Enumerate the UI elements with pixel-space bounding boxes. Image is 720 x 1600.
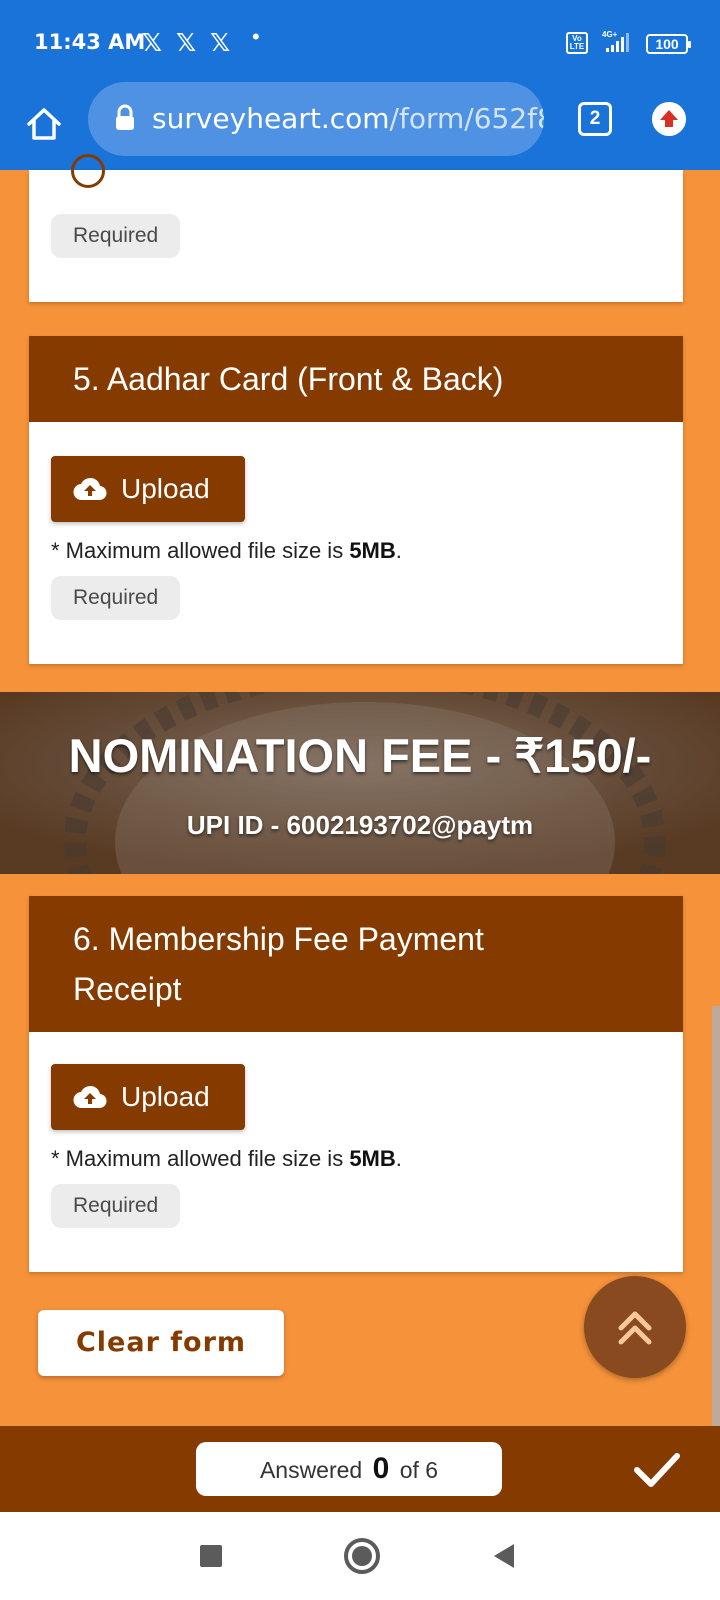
file-size-note-suffix: . (395, 1146, 402, 1171)
volte-icon: Vo LTE (566, 32, 588, 54)
file-size-note-text: * Maximum allowed file size is (51, 538, 350, 563)
form-progress-bar: Answered 0 of 6 (0, 1426, 720, 1512)
radio-button[interactable] (71, 154, 105, 188)
file-size-note: * Maximum allowed file size is 5MB. (51, 1146, 402, 1172)
question-title-line2: Receipt (73, 971, 182, 1007)
battery-icon: 100 (646, 34, 691, 54)
question-title-line1: 6. Membership Fee Payment (73, 921, 484, 957)
tab-switcher-button[interactable]: 2 (578, 102, 612, 136)
required-badge: Required (51, 1184, 181, 1228)
required-badge: Required (51, 576, 181, 620)
answered-suffix: of 6 (399, 1457, 439, 1483)
x-icon: 𝕏 (176, 28, 197, 57)
home-icon[interactable] (24, 104, 64, 144)
url-domain: surveyheart.com (152, 102, 390, 135)
lock-icon (116, 104, 134, 130)
required-badge: Required (51, 214, 181, 258)
file-size-note-suffix: . (395, 538, 402, 563)
question-title: 5. Aadhar Card (Front & Back) (29, 336, 683, 422)
clear-form-button[interactable]: Clear form (38, 1310, 284, 1376)
banner-upi-id: UPI ID - 6002193702@paytm (186, 810, 534, 840)
browser-toolbar: surveyheart.com/form/652f8 2 (0, 82, 720, 170)
url-path: /form/652f8 (389, 102, 544, 135)
x-icon: 𝕏 (210, 28, 231, 57)
file-size-note-text: * Maximum allowed file size is (51, 1146, 350, 1171)
upload-button[interactable]: Upload (51, 1064, 245, 1130)
update-arrow-icon[interactable] (652, 102, 686, 136)
answered-count: 0 (372, 1452, 390, 1485)
question-card-5: 5. Aadhar Card (Front & Back) Upload * M… (29, 336, 683, 664)
status-bar: 11:43 AM 𝕏 𝕏 𝕏 • Vo LTE 4G+ 100 (0, 0, 720, 82)
cloud-upload-icon (73, 477, 107, 501)
system-nav-bar (0, 1512, 720, 1600)
svg-text:4G+: 4G+ (602, 30, 618, 39)
double-chevron-up-icon (618, 1311, 652, 1345)
file-size-limit: 5MB (349, 538, 396, 563)
recents-square-icon[interactable] (200, 1545, 222, 1567)
question-card-6: 6. Membership Fee Payment Receipt Upload… (29, 896, 683, 1272)
scrollbar[interactable] (712, 1006, 720, 1426)
upload-label: Upload (121, 473, 210, 504)
scroll-to-top-button[interactable] (584, 1276, 686, 1378)
upload-label: Upload (121, 1081, 210, 1112)
url-bar[interactable]: surveyheart.com/form/652f8 (88, 82, 544, 156)
cloud-upload-icon (73, 1085, 107, 1109)
file-size-limit: 5MB (349, 1146, 396, 1171)
file-size-note: * Maximum allowed file size is 5MB. (51, 538, 402, 564)
nomination-fee-banner: NOMINATION FEE - ₹150/- UPI ID - 6002193… (0, 692, 720, 874)
question-card-4: Required (29, 154, 683, 302)
upload-button[interactable]: Upload (51, 456, 245, 522)
back-triangle-icon[interactable] (494, 1544, 514, 1568)
status-time: 11:43 AM (34, 30, 146, 54)
battery-level: 100 (655, 36, 679, 52)
signal-icon: 4G+ (602, 30, 629, 52)
banner-title: NOMINATION FEE - ₹150/- (68, 729, 652, 782)
answered-prefix: Answered (259, 1457, 363, 1483)
answered-counter: Answered 0 of 6 (196, 1442, 502, 1496)
home-circle-icon[interactable] (344, 1538, 380, 1574)
notification-dot: • (252, 24, 260, 49)
x-icon: 𝕏 (142, 28, 163, 57)
checkmark-icon[interactable] (632, 1444, 682, 1494)
question-title: 6. Membership Fee Payment Receipt (29, 896, 683, 1032)
